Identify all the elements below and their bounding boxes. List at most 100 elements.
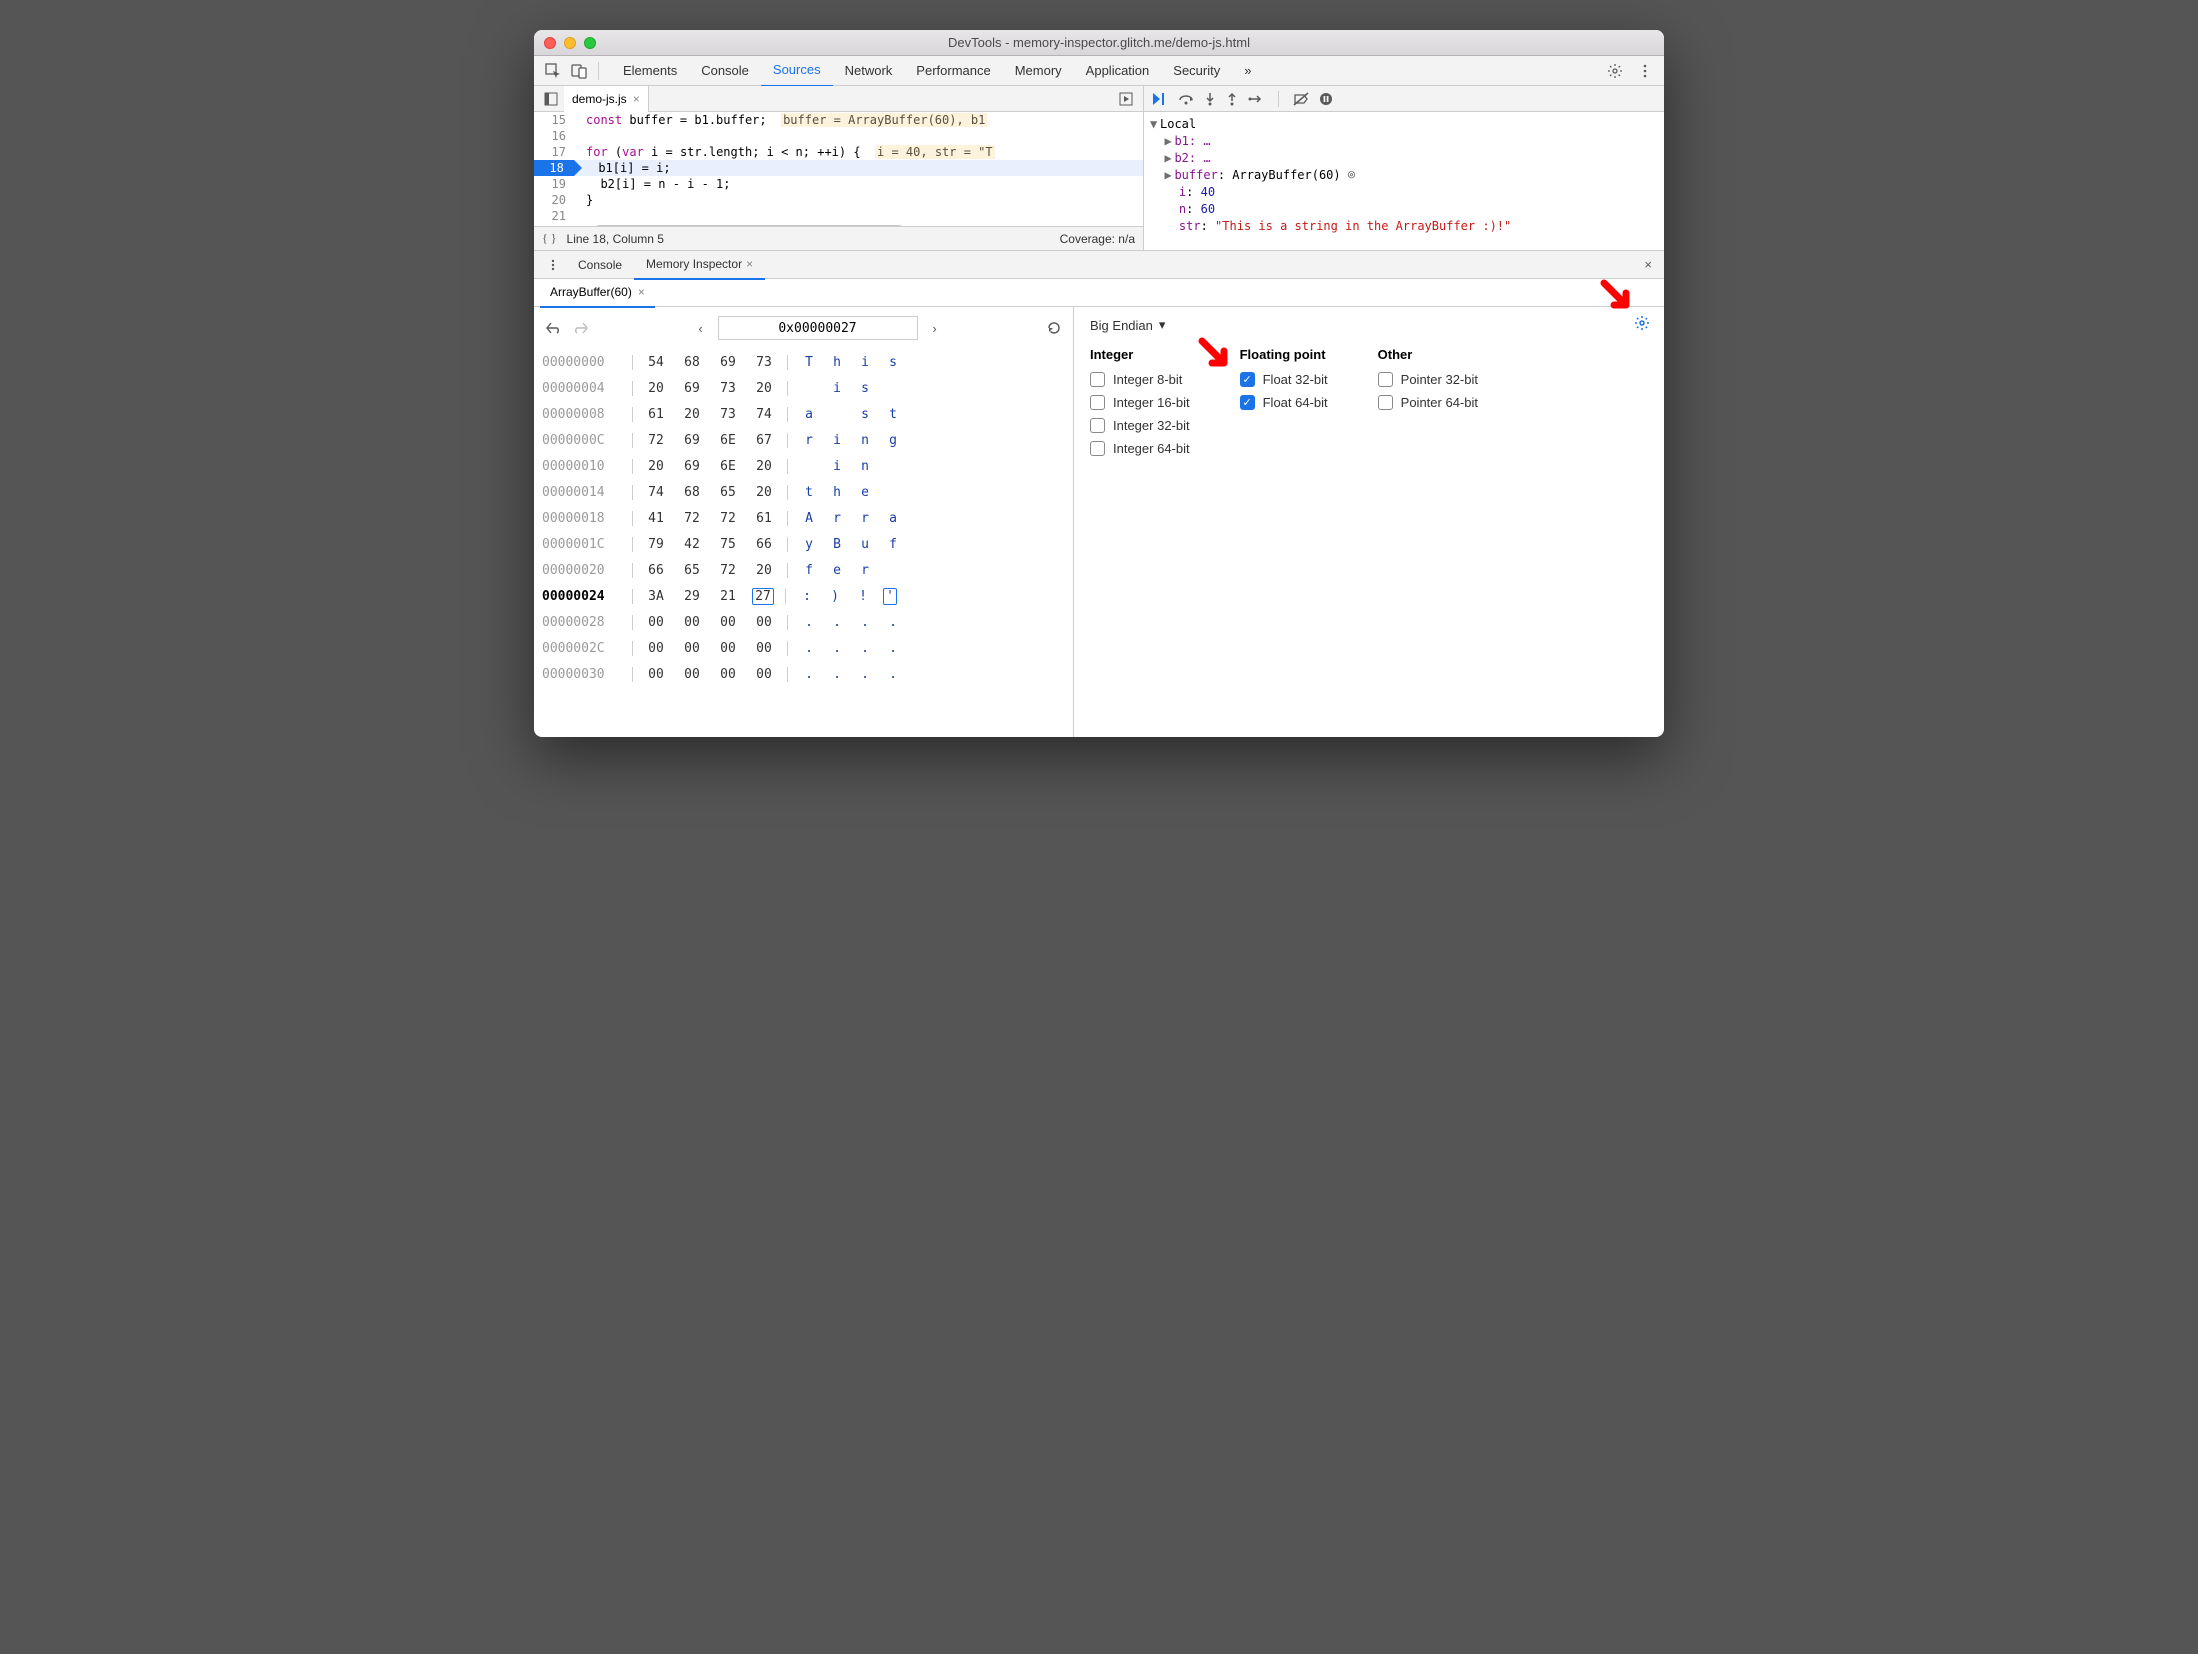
type-option[interactable]: Integer 64-bit [1090, 441, 1190, 456]
page-next-icon[interactable]: › [924, 317, 946, 339]
hex-byte[interactable]: 72 [681, 511, 703, 526]
hex-char[interactable]: . [886, 615, 900, 630]
window-close-button[interactable] [544, 37, 556, 49]
drawer-close-icon[interactable]: × [1638, 257, 1658, 272]
tab-overflow[interactable]: » [1232, 56, 1263, 86]
hex-char[interactable]: i [830, 459, 844, 474]
hex-byte[interactable]: 00 [717, 667, 739, 682]
hex-char[interactable] [802, 459, 816, 474]
hex-byte[interactable]: 74 [753, 407, 775, 422]
hex-char[interactable]: r [830, 511, 844, 526]
hex-char[interactable]: T [802, 355, 816, 370]
hex-char[interactable]: a [802, 407, 816, 422]
resume-icon[interactable] [1152, 92, 1168, 106]
hex-char[interactable] [830, 407, 844, 422]
step-icon[interactable] [1248, 92, 1264, 106]
hex-byte[interactable]: 68 [681, 355, 703, 370]
settings-icon[interactable] [1602, 58, 1628, 84]
horizontal-scrollbar[interactable] [534, 224, 1143, 226]
history-forward-icon[interactable] [570, 317, 592, 339]
deactivate-breakpoints-icon[interactable] [1293, 92, 1309, 106]
hex-char[interactable]: s [858, 407, 872, 422]
tab-sources[interactable]: Sources [761, 55, 833, 87]
hex-byte[interactable]: 00 [681, 615, 703, 630]
hex-char[interactable]: u [858, 537, 872, 552]
hex-byte[interactable]: 61 [645, 407, 667, 422]
hex-byte[interactable]: 73 [717, 381, 739, 396]
hex-char[interactable]: ) [828, 589, 842, 604]
hex-byte[interactable]: 3A [645, 589, 667, 604]
hex-byte[interactable]: 6E [717, 459, 739, 474]
memory-icon[interactable]: ⌾ [1348, 168, 1355, 182]
type-option[interactable]: Pointer 32-bit [1378, 372, 1478, 387]
hex-char[interactable]: . [886, 641, 900, 656]
hex-char[interactable]: . [858, 641, 872, 656]
hex-byte[interactable]: 74 [645, 485, 667, 500]
hex-char[interactable]: : [800, 589, 814, 604]
hex-byte[interactable]: 69 [717, 355, 739, 370]
hex-char[interactable]: r [858, 511, 872, 526]
hex-byte[interactable]: 42 [681, 537, 703, 552]
history-back-icon[interactable] [542, 317, 564, 339]
tab-security[interactable]: Security [1161, 56, 1232, 86]
hex-byte[interactable]: 00 [681, 641, 703, 656]
type-option[interactable]: Integer 32-bit [1090, 418, 1190, 433]
hex-byte[interactable]: 68 [681, 485, 703, 500]
run-snippet-icon[interactable] [1113, 86, 1139, 112]
hex-char[interactable] [886, 485, 900, 500]
checkbox-icon[interactable] [1378, 395, 1393, 410]
hex-char[interactable]: ' [883, 588, 897, 605]
hex-char[interactable]: s [886, 355, 900, 370]
hex-char[interactable]: i [830, 433, 844, 448]
hex-char[interactable]: . [886, 667, 900, 682]
hex-byte[interactable]: 72 [717, 511, 739, 526]
type-option[interactable]: Integer 8-bit [1090, 372, 1190, 387]
checkbox-icon[interactable] [1090, 372, 1105, 387]
scope-pane[interactable]: ▼Local ▶b1: … ▶b2: … ▶buffer: ArrayBuffe… [1144, 112, 1664, 250]
step-out-icon[interactable] [1226, 92, 1238, 106]
hex-char[interactable]: r [858, 563, 872, 578]
mi-tab-arraybuffer[interactable]: ArrayBuffer(60) × [540, 278, 655, 308]
hex-byte[interactable]: 69 [681, 381, 703, 396]
hex-byte[interactable]: 73 [753, 355, 775, 370]
hex-char[interactable] [886, 563, 900, 578]
tab-performance[interactable]: Performance [904, 56, 1002, 86]
drawer-tab-close-icon[interactable]: × [746, 250, 753, 278]
hex-byte[interactable]: 61 [753, 511, 775, 526]
hex-byte[interactable]: 27 [752, 588, 774, 605]
page-prev-icon[interactable]: ‹ [690, 317, 712, 339]
hex-char[interactable]: e [830, 563, 844, 578]
hex-byte[interactable]: 20 [753, 485, 775, 500]
hex-byte[interactable]: 41 [645, 511, 667, 526]
hex-byte[interactable]: 72 [645, 433, 667, 448]
hex-char[interactable] [886, 381, 900, 396]
refresh-icon[interactable] [1043, 317, 1065, 339]
hex-char[interactable]: . [830, 641, 844, 656]
hex-char[interactable]: g [886, 433, 900, 448]
hex-char[interactable]: e [858, 485, 872, 500]
drawer-tab-memory-inspector[interactable]: Memory Inspector × [634, 250, 765, 280]
hex-byte[interactable]: 65 [681, 563, 703, 578]
code-editor[interactable]: 15const buffer = b1.buffer; buffer = Arr… [534, 112, 1143, 226]
hex-char[interactable]: r [802, 433, 816, 448]
hex-char[interactable]: h [830, 485, 844, 500]
hex-char[interactable]: . [830, 615, 844, 630]
mi-tab-close-icon[interactable]: × [638, 278, 645, 306]
checkbox-icon[interactable] [1378, 372, 1393, 387]
hex-byte[interactable]: 66 [753, 537, 775, 552]
value-settings-icon[interactable] [1634, 315, 1650, 331]
hex-char[interactable]: . [830, 667, 844, 682]
endianness-select[interactable]: Big Endian ▾ [1090, 317, 1648, 333]
hex-byte[interactable]: 00 [753, 667, 775, 682]
type-option[interactable]: ✓Float 32-bit [1240, 372, 1328, 387]
hex-char[interactable]: . [858, 667, 872, 682]
hex-byte[interactable]: 69 [681, 459, 703, 474]
hex-byte[interactable]: 20 [645, 459, 667, 474]
hex-byte[interactable]: 6E [717, 433, 739, 448]
type-option[interactable]: ✓Float 64-bit [1240, 395, 1328, 410]
file-tab-close-icon[interactable]: × [633, 92, 640, 106]
hex-char[interactable]: n [858, 459, 872, 474]
hex-char[interactable] [886, 459, 900, 474]
navigator-toggle-icon[interactable] [538, 86, 564, 112]
hex-byte[interactable]: 69 [681, 433, 703, 448]
